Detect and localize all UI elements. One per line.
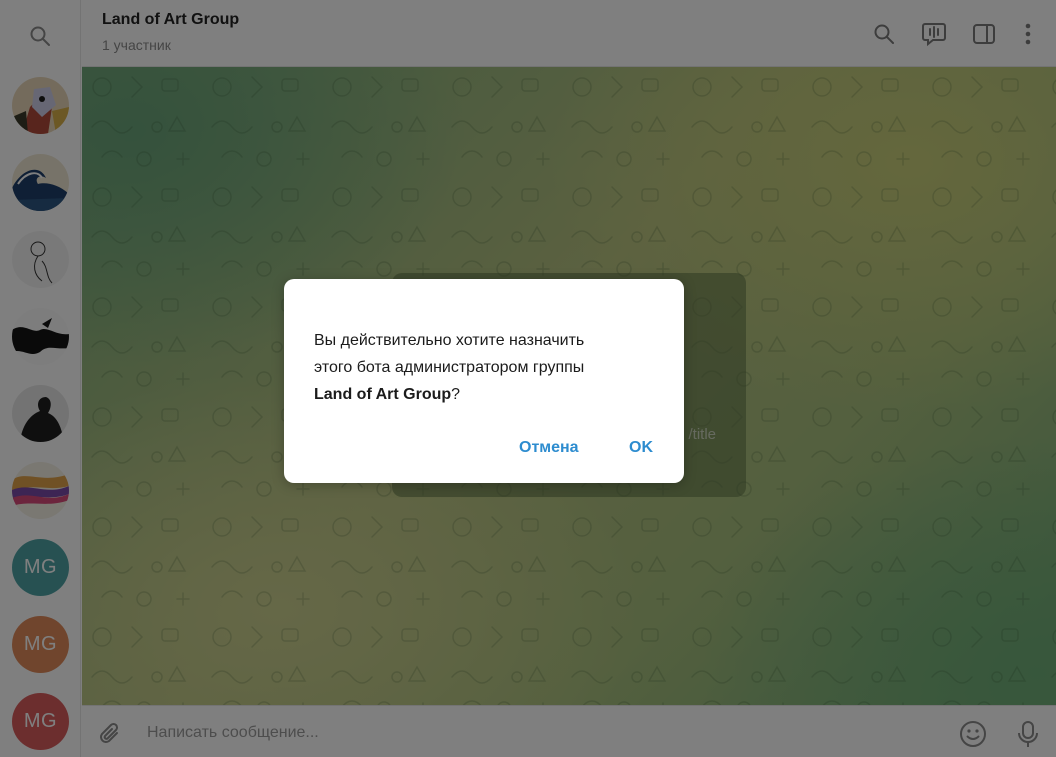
- ok-button[interactable]: OK: [629, 439, 653, 457]
- dialog-message-line2: этого бота администратором группы: [314, 359, 585, 376]
- dialog-message: Вы действительно хотите назначить этого …: [314, 327, 654, 408]
- cancel-button[interactable]: Отмена: [519, 439, 579, 457]
- dialog-message-line1: Вы действительно хотите назначить: [314, 332, 585, 349]
- dialog-group-name: Land of Art Group: [314, 386, 452, 403]
- dialog-message-suffix: ?: [451, 386, 461, 403]
- confirm-admin-dialog: Вы действительно хотите назначить этого …: [284, 279, 684, 483]
